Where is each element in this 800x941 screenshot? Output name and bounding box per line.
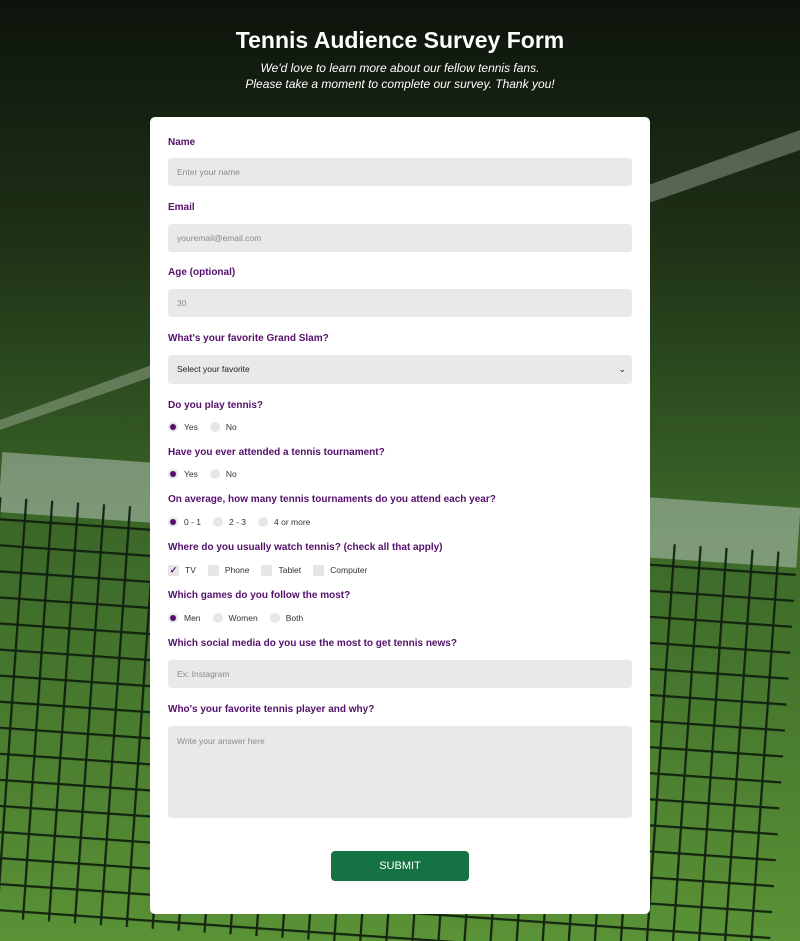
page-title: Tennis Audience Survey Form bbox=[235, 27, 565, 53]
chevron-down-icon: ⌄ bbox=[618, 364, 626, 374]
checkbox-icon bbox=[261, 564, 273, 576]
radio-selected-icon bbox=[168, 422, 178, 432]
checkbox-icon bbox=[313, 564, 325, 576]
attended-options: Yes No bbox=[168, 467, 249, 481]
subtitle-line-1: We'd love to learn more about our fellow… bbox=[260, 61, 540, 75]
tournaments-label: On average, how many tennis tournaments … bbox=[168, 494, 496, 505]
games-both[interactable]: Both bbox=[269, 613, 303, 623]
survey-form: Name Enter your name Email youremail@ema… bbox=[150, 117, 650, 914]
tournaments-4-plus[interactable]: 4 or more bbox=[258, 517, 310, 527]
favorite-player-textarea[interactable]: Write your answer here bbox=[168, 726, 632, 818]
tournaments-0-1[interactable]: 0 - 1 bbox=[168, 517, 201, 527]
tournaments-options: 0 - 1 2 - 3 4 or more bbox=[168, 515, 322, 529]
radio-icon bbox=[213, 517, 224, 527]
play-tennis-label: Do you play tennis? bbox=[168, 400, 264, 411]
checkbox-icon bbox=[207, 564, 219, 576]
attended-yes[interactable]: Yes bbox=[168, 469, 198, 479]
watch-label: Where do you usually watch tennis? (chec… bbox=[168, 542, 443, 553]
watch-tablet[interactable]: Tablet bbox=[261, 564, 301, 576]
radio-icon bbox=[258, 517, 269, 527]
play-tennis-no[interactable]: No bbox=[209, 422, 237, 432]
subtitle-line-2: Please take a moment to complete our sur… bbox=[245, 77, 555, 91]
age-input[interactable]: 30 bbox=[168, 289, 632, 317]
grand-slam-selected-value: Select your favorite bbox=[177, 364, 250, 374]
games-men[interactable]: Men bbox=[168, 613, 201, 623]
play-tennis-yes[interactable]: Yes bbox=[168, 422, 198, 432]
games-women[interactable]: Women bbox=[212, 613, 258, 623]
name-input[interactable]: Enter your name bbox=[168, 158, 632, 186]
watch-options: ✓ TV Phone Tablet Computer bbox=[168, 563, 379, 577]
watch-tv[interactable]: ✓ TV bbox=[168, 564, 196, 576]
radio-selected-icon bbox=[168, 613, 178, 623]
radio-icon bbox=[209, 422, 220, 432]
grand-slam-select[interactable]: Select your favorite ⌄ bbox=[168, 355, 632, 384]
radio-selected-icon bbox=[168, 517, 178, 527]
watch-phone[interactable]: Phone bbox=[207, 564, 249, 576]
email-input[interactable]: youremail@email.com bbox=[168, 224, 632, 252]
email-label: Email bbox=[168, 202, 195, 213]
attended-no[interactable]: No bbox=[209, 469, 237, 479]
tournaments-2-3[interactable]: 2 - 3 bbox=[213, 517, 246, 527]
play-tennis-options: Yes No bbox=[168, 420, 249, 434]
radio-icon bbox=[269, 613, 280, 623]
games-options: Men Women Both bbox=[168, 611, 315, 625]
page-subtitle: We'd love to learn more about our fellow… bbox=[0, 60, 800, 92]
attended-label: Have you ever attended a tennis tourname… bbox=[168, 447, 385, 458]
watch-computer[interactable]: Computer bbox=[313, 564, 367, 576]
radio-icon bbox=[209, 469, 220, 479]
grand-slam-label: What's your favorite Grand Slam? bbox=[168, 333, 329, 344]
radio-selected-icon bbox=[168, 469, 178, 479]
submit-button[interactable]: SUBMIT bbox=[331, 851, 469, 881]
checkmark-icon: ✓ bbox=[168, 564, 179, 576]
favorite-player-label: Who's your favorite tennis player and wh… bbox=[168, 704, 375, 715]
social-media-label: Which social media do you use the most t… bbox=[168, 638, 457, 649]
age-label: Age (optional) bbox=[168, 267, 236, 278]
social-media-input[interactable]: Ex: Instagram bbox=[168, 660, 632, 688]
name-label: Name bbox=[168, 137, 196, 148]
games-label: Which games do you follow the most? bbox=[168, 590, 351, 601]
radio-icon bbox=[212, 613, 223, 623]
